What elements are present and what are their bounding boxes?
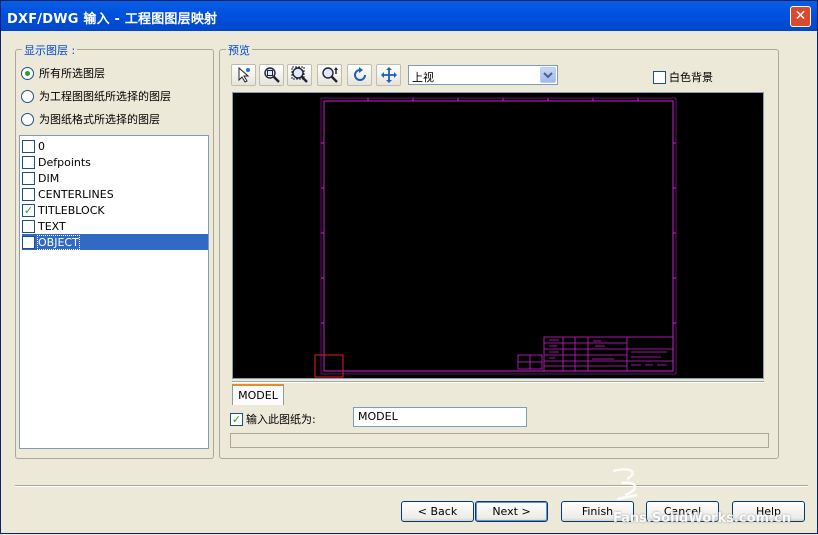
dropdown-arrow[interactable] <box>540 67 556 83</box>
solidworks-logo-icon <box>612 468 638 501</box>
layer-name: 0 <box>38 139 45 153</box>
select-icon <box>238 66 250 83</box>
layer-name: TEXT <box>38 219 66 233</box>
next-button[interactable]: Next > <box>475 501 548 522</box>
progress-bar <box>230 433 769 448</box>
close-icon: ✕ <box>794 8 807 24</box>
import-sheet-option[interactable]: ✓ 输入此图纸为: <box>230 411 316 427</box>
back-button[interactable]: < Back <box>401 501 474 522</box>
layer-checkbox[interactable] <box>22 219 35 233</box>
pan-icon <box>380 67 397 83</box>
layer-name: CENTERLINES <box>38 187 114 201</box>
checkmark-icon: ✓ <box>23 203 34 217</box>
radio-sheet-format-layers[interactable]: 为图纸格式所选择的图层 <box>21 111 160 127</box>
watermark-text: Fans.SolidWorks.com.cn <box>613 511 791 526</box>
radio-label: 所有所选图层 <box>39 67 105 80</box>
dialog-window: DXF/DWG 输入 - 工程图图层映射 ✕ 显示图层 : 所有所选图层 为工程… <box>0 0 818 534</box>
white-background-option[interactable]: 白色背景 <box>653 69 713 85</box>
radio-button[interactable] <box>21 89 34 103</box>
watermark: Fans.SolidWorks.com.cn <box>601 461 818 535</box>
title-bar[interactable]: DXF/DWG 输入 - 工程图图层映射 ✕ <box>1 1 817 31</box>
title-block <box>517 336 674 372</box>
layer-name: TITLEBLOCK <box>38 203 105 217</box>
radio-button[interactable] <box>21 112 34 126</box>
border-ticks <box>321 98 676 324</box>
list-item[interactable]: 0 <box>22 138 208 154</box>
layer-checkbox[interactable] <box>22 235 35 249</box>
drawing-preview-canvas <box>314 97 677 378</box>
radio-button[interactable] <box>21 66 34 80</box>
radio-label: 为图纸格式所选择的图层 <box>39 113 160 126</box>
close-button[interactable]: ✕ <box>790 6 811 27</box>
list-item[interactable]: OBJECT <box>22 234 208 250</box>
layer-checkbox[interactable]: ✓ <box>22 203 35 217</box>
sheet-border <box>320 97 677 375</box>
select-button[interactable] <box>231 64 256 86</box>
import-sheet-label: 输入此图纸为: <box>246 413 316 426</box>
layer-list[interactable]: 0 Defpoints DIM CENTERLINES ✓ TITLEBLOCK… <box>19 135 209 449</box>
tab-strip <box>232 381 764 383</box>
window-title: DXF/DWG 输入 - 工程图图层映射 <box>7 12 218 27</box>
chevron-down-icon <box>543 72 553 79</box>
layer-name: DIM <box>38 171 60 185</box>
layer-checkbox[interactable] <box>22 139 35 153</box>
list-item[interactable]: TEXT <box>22 218 208 234</box>
radio-drawing-sheet-layers[interactable]: 为工程图图纸所选择的图层 <box>21 88 171 104</box>
layer-name: Defpoints <box>38 155 91 169</box>
checkmark-icon: ✓ <box>231 412 242 426</box>
layer-checkbox[interactable] <box>22 171 35 185</box>
display-layers-title: 显示图层 : <box>22 42 78 58</box>
view-orientation-select[interactable]: 上视 <box>408 65 558 85</box>
layer-checkbox[interactable] <box>22 155 35 169</box>
radio-label: 为工程图图纸所选择的图层 <box>39 90 171 103</box>
layer-name: OBJECT <box>37 234 80 250</box>
layer-checkbox[interactable] <box>22 187 35 201</box>
zoom-fit-icon <box>263 67 280 83</box>
rotate-icon <box>353 67 366 81</box>
list-item[interactable]: ✓ TITLEBLOCK <box>22 202 208 218</box>
pan-button[interactable] <box>376 64 401 86</box>
list-item[interactable]: Defpoints <box>22 154 208 170</box>
zoom-to-area-button[interactable] <box>287 64 312 86</box>
preview-title: 预览 <box>226 42 252 58</box>
tab-model[interactable]: MODEL <box>232 384 284 405</box>
list-item[interactable]: DIM <box>22 170 208 186</box>
zoom-in-out-button[interactable] <box>317 64 342 86</box>
white-background-checkbox[interactable] <box>653 70 666 84</box>
view-select-value: 上视 <box>412 71 434 84</box>
rotate-button[interactable] <box>347 64 372 86</box>
sheet-name-input[interactable]: MODEL <box>353 407 527 427</box>
white-background-label: 白色背景 <box>669 71 713 84</box>
drawing-preview[interactable] <box>232 92 764 379</box>
zoom-in-out-icon <box>321 67 338 83</box>
zoom-to-fit-button[interactable] <box>259 64 284 86</box>
import-sheet-checkbox[interactable]: ✓ <box>230 412 243 426</box>
zoom-area-icon <box>291 66 308 83</box>
radio-all-selected-layers[interactable]: 所有所选图层 <box>21 65 105 81</box>
list-item[interactable]: CENTERLINES <box>22 186 208 202</box>
origin-marker <box>314 354 344 378</box>
